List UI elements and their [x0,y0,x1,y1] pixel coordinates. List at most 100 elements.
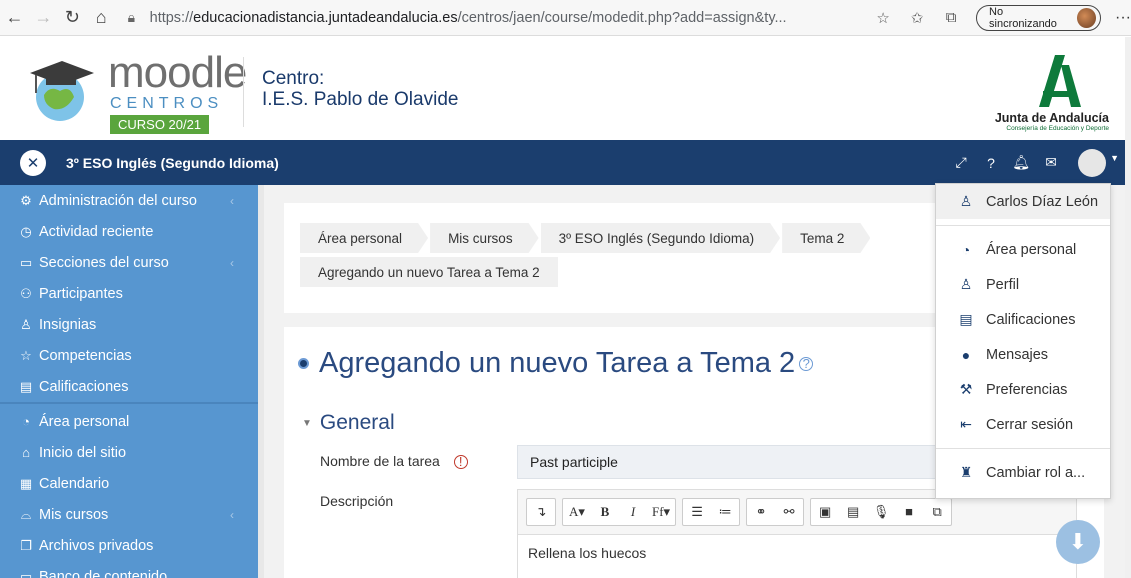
centro-name: I.E.S. Pablo de Olavide [262,89,459,110]
description-label: Descripción [320,493,394,509]
font-size-icon[interactable]: Ff▾ [647,499,675,525]
envelope-icon[interactable]: ✉ [1036,154,1066,171]
sidebar-item-home[interactable]: ⌂ Inicio del sitio [0,437,258,468]
read-aloud-icon[interactable]: ☆ [866,9,900,27]
menu-item-logout[interactable]: ⇤ Cerrar sesión [936,407,1110,442]
menu-item-dashboard[interactable]: ◔ Área personal [936,232,1110,267]
name-label-text: Nombre de la tarea [320,453,440,469]
role-icon: ♜ [959,464,973,480]
sidebar-item-private-files[interactable]: ❐ Archivos privados [0,530,258,561]
bell-icon[interactable]: 🔔︎ [1006,154,1036,171]
junta-subtitle: Consejería de Educación y Deporte [1006,125,1109,132]
page-title-text: Agregando un nuevo Tarea a Tema 2 [319,347,796,379]
menu-item-user-name[interactable]: ♙ Carlos Díaz León [936,184,1110,219]
italic-icon[interactable]: I [619,499,647,525]
curso-badge: CURSO 20/21 [110,115,210,134]
page-scrollbar[interactable] [1125,37,1131,578]
sidebar-item-grades[interactable]: ▤ Calificaciones [0,371,258,402]
help-icon[interactable]: ? [976,155,1006,171]
sidebar-item-badges[interactable]: ♙ Insignias [0,309,258,340]
breadcrumb-item[interactable]: 3º ESO Inglés (Segundo Idioma) [541,223,781,253]
sidebar-item-mycourses[interactable]: ⌓ Mis cursos ‹ [0,499,258,530]
menu-item-switch-role[interactable]: ♜ Cambiar rol a... [936,455,1110,490]
address-bar[interactable]: 🔒︎ https:// educacionadistancia.juntadea… [128,4,858,32]
header-divider [243,57,244,127]
bold-icon[interactable]: B [591,499,619,525]
dashboard-icon: ◔ [961,241,971,258]
sync-button[interactable]: No sincronizando [976,4,1102,31]
sidebar-item-calendar[interactable]: ▦ Calendario [0,468,258,499]
copy-icon[interactable]: ⧉ [923,499,951,525]
menu-item-label: Carlos Díaz León [986,193,1099,210]
sidebar-item-competencies[interactable]: ☆ Competencias [0,340,258,371]
gears-icon: ⚙ [20,192,32,208]
menu-item-grades[interactable]: ▤ Calificaciones [936,302,1110,337]
user-icon: ♙ [959,193,973,209]
menu-item-label: Perfil [986,276,1020,293]
sync-label: No sincronizando [989,5,1057,30]
menu-item-label: Cambiar rol a... [986,464,1086,481]
media-icon[interactable]: ▤ [839,499,867,525]
sidebar-item-dashboard[interactable]: ◔ Área personal [0,406,258,437]
menu-item-label: Calificaciones [986,311,1076,328]
moodle-wordmark: moodle [108,48,247,97]
menu-item-preferences[interactable]: ⚒ Preferencias [936,372,1110,407]
more-icon[interactable]: ··· [1115,9,1131,27]
sidebar-item-label: Competencias [39,347,132,364]
unlink-icon[interactable]: ⚯ [775,499,803,525]
microphone-icon[interactable]: 🎙︎ [867,499,895,525]
course-title[interactable]: 3º ESO Inglés (Segundo Idioma) [66,155,279,171]
chevron-left-icon: ‹ [230,507,234,522]
favorites-icon[interactable]: ✩ [900,9,934,27]
forward-icon[interactable]: → [29,4,58,32]
close-drawer-icon[interactable]: ✕ [20,149,46,176]
image-icon[interactable]: ▣ [811,499,839,525]
sidebar-item-content-bank[interactable]: ▭ Banco de contenido [0,561,258,578]
menu-divider [936,448,1110,449]
sidebar-item-recent[interactable]: ◷ Actividad reciente [0,216,258,247]
section-general[interactable]: ▼ General [302,411,395,435]
user-avatar[interactable] [1078,148,1107,177]
menu-item-profile[interactable]: ♙ Perfil [936,267,1110,302]
message-icon: ● [961,346,971,363]
scroll-down-icon[interactable]: ⬇ [1056,520,1100,564]
breadcrumb-item[interactable]: Mis cursos [430,223,539,253]
sidebar-item-participants[interactable]: ⚇ Participantes [0,278,258,309]
folder-icon: ▭ [19,254,33,270]
sidebar-item-label: Insignias [39,316,97,333]
page-title: Agregando un nuevo Tarea a Tema 2 ? [298,347,814,380]
moodle-logo[interactable]: moodle CENTROS CURSO 20/21 [16,49,247,134]
font-style-icon[interactable]: A▾ [563,499,591,525]
back-icon[interactable]: ← [0,4,29,32]
sidebar-item-label: Mis cursos [39,506,109,523]
numbered-list-icon[interactable]: ≔ [711,499,739,525]
breadcrumb-item[interactable]: Tema 2 [782,223,870,253]
bullet-list-icon[interactable]: ☰ [683,499,711,525]
sidebar-item-label: Secciones del curso [39,254,169,271]
toolbar-toggle-icon[interactable]: ↴ [527,499,555,525]
logout-icon: ⇤ [960,416,972,432]
fullscreen-icon[interactable]: ⤢ [946,154,976,171]
caret-down-icon[interactable]: ▼ [1110,153,1119,163]
link-icon[interactable]: ⚭ [747,499,775,525]
sidebar-item-label: Actividad reciente [39,223,154,240]
breadcrumb: Área personal Mis cursos 3º ESO Inglés (… [300,223,940,291]
users-icon: ⚇ [20,285,32,301]
sidebar-item-sections[interactable]: ▭ Secciones del curso ‹ [0,247,258,278]
dashboard-icon: ◔ [22,414,30,429]
profile-avatar [1076,7,1097,28]
section-title: General [319,411,395,434]
menu-item-messages[interactable]: ● Mensajes [936,337,1110,372]
video-icon[interactable]: ■ [895,499,923,525]
help-icon[interactable]: ? [799,356,814,371]
sidebar-item-admin[interactable]: ⚙ Administración del curso ‹ [0,185,258,216]
reload-icon[interactable]: ↻ [58,4,87,32]
home-icon[interactable]: ⌂ [87,4,116,32]
sidebar-item-label: Participantes [39,285,123,302]
sidebar-item-label: Calificaciones [39,378,129,395]
collections-icon[interactable]: ⧉ [934,9,968,26]
junta-logo[interactable]: Junta de Andalucía Consejería de Educaci… [989,55,1109,132]
breadcrumb-item[interactable]: Área personal [300,223,428,253]
editor-content[interactable]: Rellena los huecos [518,534,1076,571]
sidebar-item-label: Banco de contenido [39,568,168,578]
